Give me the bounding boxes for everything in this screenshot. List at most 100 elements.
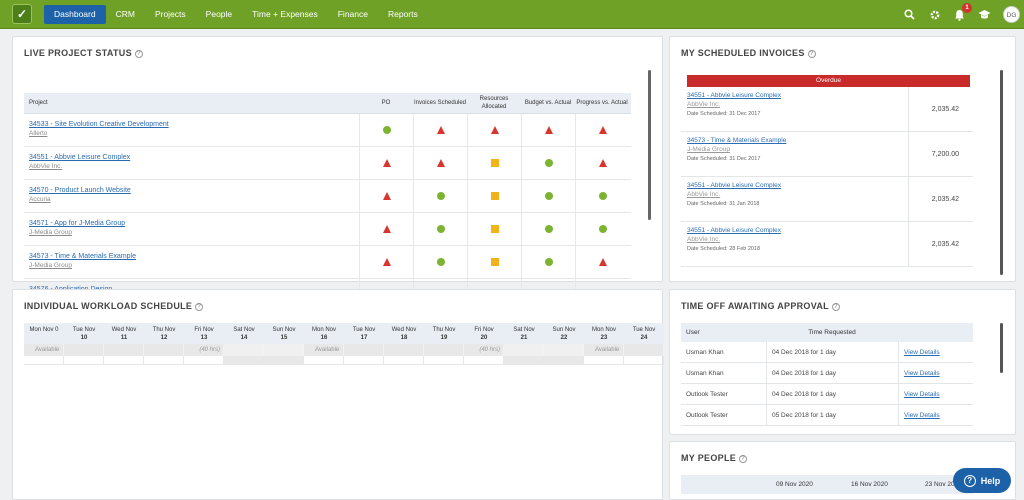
workload-cell[interactable]: [184, 356, 224, 365]
status-ok-icon[interactable]: [436, 225, 445, 233]
workload-cell[interactable]: [504, 356, 544, 365]
project-link[interactable]: 34573 - Time & Materials Example: [29, 253, 359, 260]
header-budget-vs-actual[interactable]: Budget vs. Actual: [521, 93, 575, 113]
view-details-link[interactable]: View Details: [898, 405, 940, 425]
project-link[interactable]: 34551 - Abbvie Leisure Complex: [29, 154, 359, 161]
project-link[interactable]: 34533 - Site Evolution Creative Developm…: [29, 121, 359, 128]
nav-dashboard[interactable]: Dashboard: [44, 5, 106, 24]
workload-cell[interactable]: [464, 356, 504, 365]
workload-cell[interactable]: [264, 356, 304, 365]
workload-cell[interactable]: [104, 356, 144, 365]
invoice-client-link[interactable]: J-Media Group: [687, 146, 908, 153]
availability-cell[interactable]: Available: [584, 344, 624, 356]
workload-cell[interactable]: [24, 356, 64, 365]
app-logo[interactable]: ✓: [12, 4, 32, 24]
status-alert-icon[interactable]: [382, 192, 391, 200]
availability-cell[interactable]: [144, 344, 184, 356]
client-link[interactable]: J-Media Group: [29, 262, 359, 269]
availability-cell[interactable]: [344, 344, 384, 356]
status-alert-icon[interactable]: [598, 126, 607, 134]
help-button[interactable]: ? Help: [953, 468, 1011, 493]
availability-cell[interactable]: [544, 344, 584, 356]
invoice-client-link[interactable]: AbbVie Inc.: [687, 191, 908, 198]
status-warning-icon[interactable]: [490, 225, 499, 233]
scrollbar[interactable]: [1000, 323, 1003, 373]
status-ok-icon[interactable]: [436, 258, 445, 266]
workload-cell[interactable]: [304, 356, 344, 365]
status-ok-icon[interactable]: [544, 258, 553, 266]
workload-cell[interactable]: [144, 356, 184, 365]
project-link[interactable]: 34571 - App for J-Media Group: [29, 220, 359, 227]
nav-projects[interactable]: Projects: [145, 5, 196, 24]
availability-cell[interactable]: (40 hrs): [184, 344, 224, 356]
availability-cell[interactable]: [504, 344, 544, 356]
availability-cell[interactable]: [624, 344, 664, 356]
availability-cell[interactable]: [264, 344, 304, 356]
notifications-bell-icon[interactable]: 1: [953, 3, 972, 21]
availability-cell[interactable]: [104, 344, 144, 356]
availability-cell[interactable]: [64, 344, 104, 356]
workload-cell[interactable]: [544, 356, 584, 365]
client-link[interactable]: AbbVie Inc.: [29, 163, 359, 170]
user-avatar[interactable]: DG: [1003, 6, 1020, 23]
status-alert-icon[interactable]: [544, 126, 553, 134]
nav-reports[interactable]: Reports: [378, 5, 428, 24]
invoice-client-link[interactable]: AbbVie Inc.: [687, 101, 908, 108]
invoice-project-link[interactable]: 34551 - Abbvie Leisure Complex: [687, 92, 908, 99]
nav-people[interactable]: People: [196, 5, 242, 24]
status-alert-icon[interactable]: [382, 159, 391, 167]
scrollbar[interactable]: [648, 70, 651, 220]
gear-icon[interactable]: [928, 8, 941, 21]
availability-cell[interactable]: Available: [24, 344, 64, 356]
scrollbar[interactable]: [1000, 70, 1003, 275]
workload-cell[interactable]: [64, 356, 104, 365]
status-ok-icon[interactable]: [382, 126, 391, 134]
invoice-project-link[interactable]: 34551 - Abbvie Leisure Complex: [687, 182, 908, 189]
view-details-link[interactable]: View Details: [898, 363, 940, 383]
learning-hat-icon[interactable]: [978, 8, 991, 21]
workload-cell[interactable]: [384, 356, 424, 365]
workload-cell[interactable]: [424, 356, 464, 365]
status-alert-icon[interactable]: [490, 126, 499, 134]
view-details-link[interactable]: View Details: [898, 384, 940, 404]
workload-cell[interactable]: [344, 356, 384, 365]
workload-cell[interactable]: [624, 356, 664, 365]
help-icon[interactable]: ?: [134, 50, 143, 58]
workload-cell[interactable]: [224, 356, 264, 365]
invoice-project-link[interactable]: 34573 - Time & Materials Example: [687, 137, 908, 144]
status-alert-icon[interactable]: [436, 126, 445, 134]
view-details-link[interactable]: View Details: [898, 342, 940, 362]
availability-cell[interactable]: (40 hrs): [464, 344, 504, 356]
status-warning-icon[interactable]: [490, 192, 499, 200]
status-alert-icon[interactable]: [436, 159, 445, 167]
status-alert-icon[interactable]: [382, 258, 391, 266]
help-icon[interactable]: ?: [807, 50, 816, 58]
header-resources-allocated[interactable]: Resources Allocated: [467, 93, 521, 113]
project-link[interactable]: 34570 - Product Launch Website: [29, 187, 359, 194]
status-ok-icon[interactable]: [544, 159, 553, 167]
help-icon[interactable]: ?: [195, 303, 204, 311]
status-ok-icon[interactable]: [598, 192, 607, 200]
status-ok-icon[interactable]: [544, 225, 553, 233]
status-ok-icon[interactable]: [544, 192, 553, 200]
status-warning-icon[interactable]: [490, 258, 499, 266]
help-icon[interactable]: ?: [739, 455, 748, 463]
header-invoices-scheduled[interactable]: Invoices Scheduled: [413, 93, 467, 113]
help-icon[interactable]: ?: [831, 303, 840, 311]
availability-cell[interactable]: Available: [304, 344, 344, 356]
availability-cell[interactable]: [424, 344, 464, 356]
status-warning-icon[interactable]: [490, 159, 499, 167]
client-link[interactable]: Allerto: [29, 130, 359, 137]
status-ok-icon[interactable]: [436, 192, 445, 200]
header-project[interactable]: Project: [24, 93, 359, 113]
status-alert-icon[interactable]: [598, 258, 607, 266]
invoice-project-link[interactable]: 34551 - Abbvie Leisure Complex: [687, 227, 908, 234]
nav-crm[interactable]: CRM: [106, 5, 145, 24]
availability-cell[interactable]: [384, 344, 424, 356]
client-link[interactable]: Accuria: [29, 196, 359, 203]
status-ok-icon[interactable]: [598, 225, 607, 233]
client-link[interactable]: J-Media Group: [29, 229, 359, 236]
status-alert-icon[interactable]: [382, 225, 391, 233]
invoice-client-link[interactable]: AbbVie Inc.: [687, 236, 908, 243]
status-alert-icon[interactable]: [598, 159, 607, 167]
